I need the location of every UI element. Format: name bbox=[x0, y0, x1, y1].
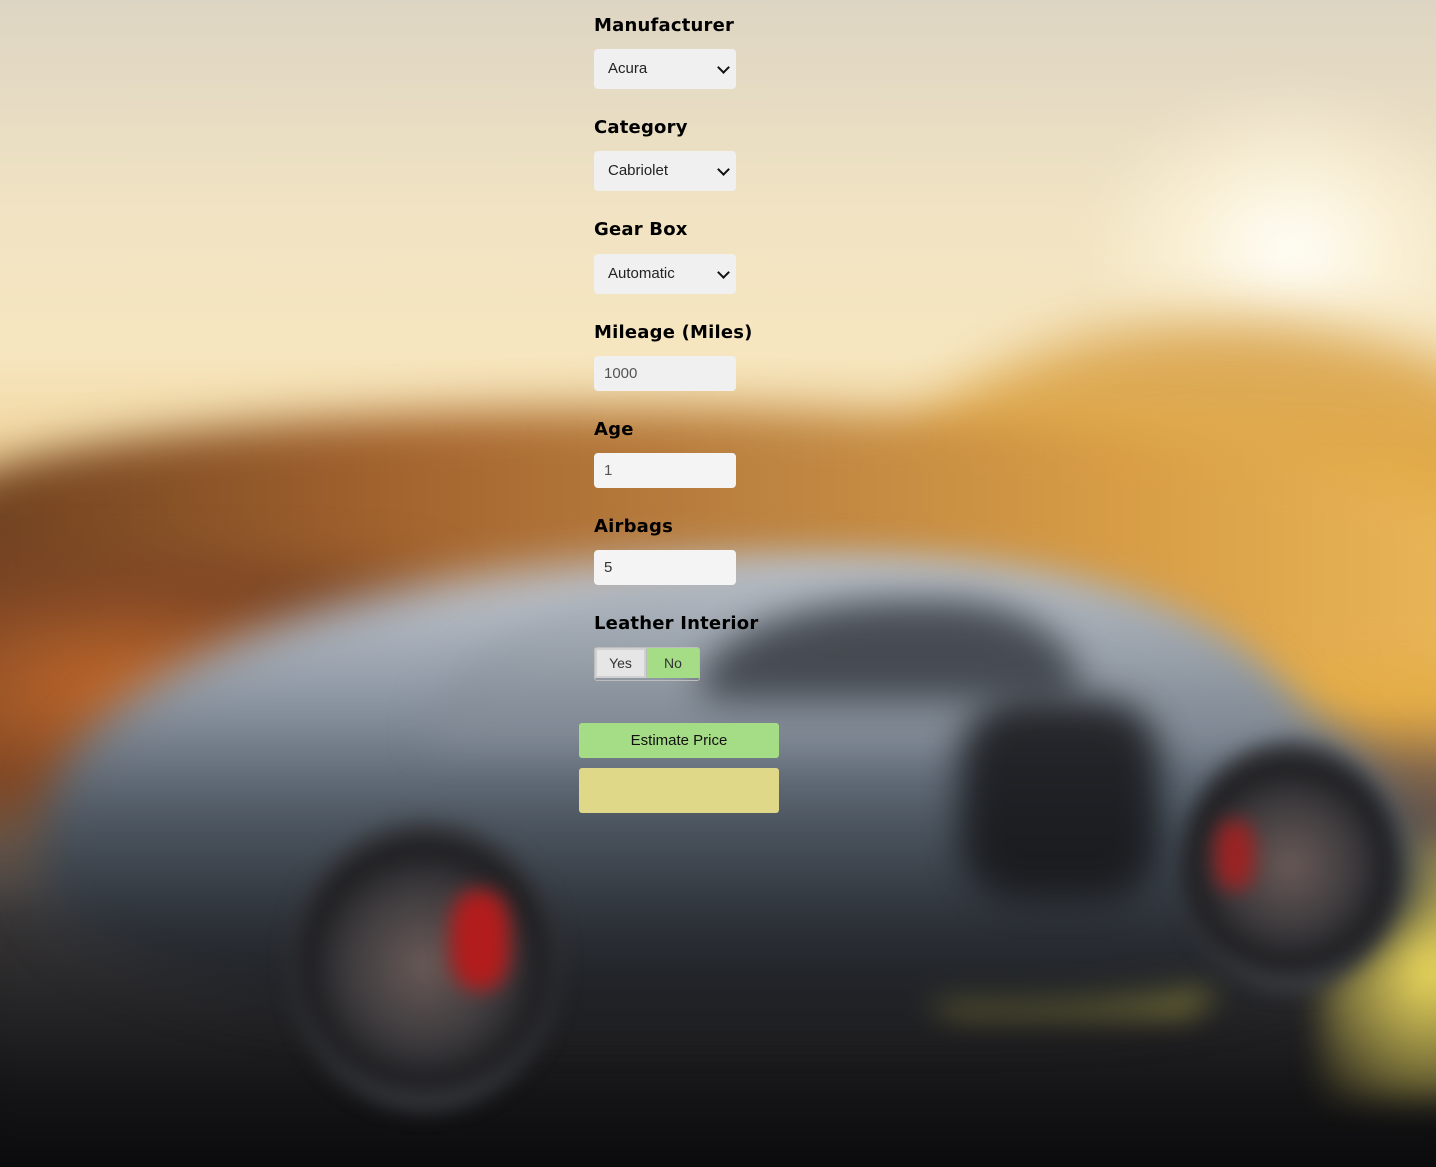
manufacturer-select-value: Acura bbox=[608, 60, 648, 77]
estimate-price-button[interactable]: Estimate Price bbox=[579, 723, 779, 758]
background-car-rear-wheel bbox=[1180, 740, 1400, 990]
gear-box-select[interactable]: Automatic bbox=[594, 254, 736, 294]
category-label: Category bbox=[594, 117, 688, 138]
manufacturer-label: Manufacturer bbox=[594, 15, 735, 36]
background-car-front-brake bbox=[450, 890, 510, 990]
price-result-box bbox=[579, 768, 779, 813]
age-input[interactable]: 1 bbox=[594, 453, 736, 488]
background-car-front-wheel bbox=[290, 820, 560, 1110]
leather-interior-yes-button[interactable]: Yes bbox=[595, 648, 647, 678]
chevron-down-icon bbox=[717, 266, 730, 279]
airbags-input-value: 5 bbox=[604, 559, 613, 576]
gear-box-label: Gear Box bbox=[594, 219, 688, 240]
chevron-down-icon bbox=[717, 61, 730, 74]
background-car-vent bbox=[960, 700, 1160, 900]
airbags-input[interactable]: 5 bbox=[594, 550, 736, 585]
category-select-value: Cabriolet bbox=[608, 162, 669, 179]
mileage-label: Mileage (Miles) bbox=[594, 322, 753, 343]
leather-interior-label: Leather Interior bbox=[594, 613, 759, 634]
chevron-down-icon bbox=[717, 163, 730, 176]
gear-box-select-value: Automatic bbox=[608, 265, 675, 282]
manufacturer-select[interactable]: Acura bbox=[594, 49, 736, 89]
mileage-input-value: 1000 bbox=[604, 365, 638, 382]
leather-interior-no-button[interactable]: No bbox=[647, 648, 699, 678]
leather-interior-toggle: Yes No bbox=[594, 647, 700, 681]
category-select[interactable]: Cabriolet bbox=[594, 151, 736, 191]
age-input-value: 1 bbox=[604, 462, 613, 479]
background-car-rear-brake bbox=[1215, 820, 1255, 890]
age-label: Age bbox=[594, 419, 634, 440]
mileage-input[interactable]: 1000 bbox=[594, 356, 736, 391]
airbags-label: Airbags bbox=[594, 516, 674, 537]
